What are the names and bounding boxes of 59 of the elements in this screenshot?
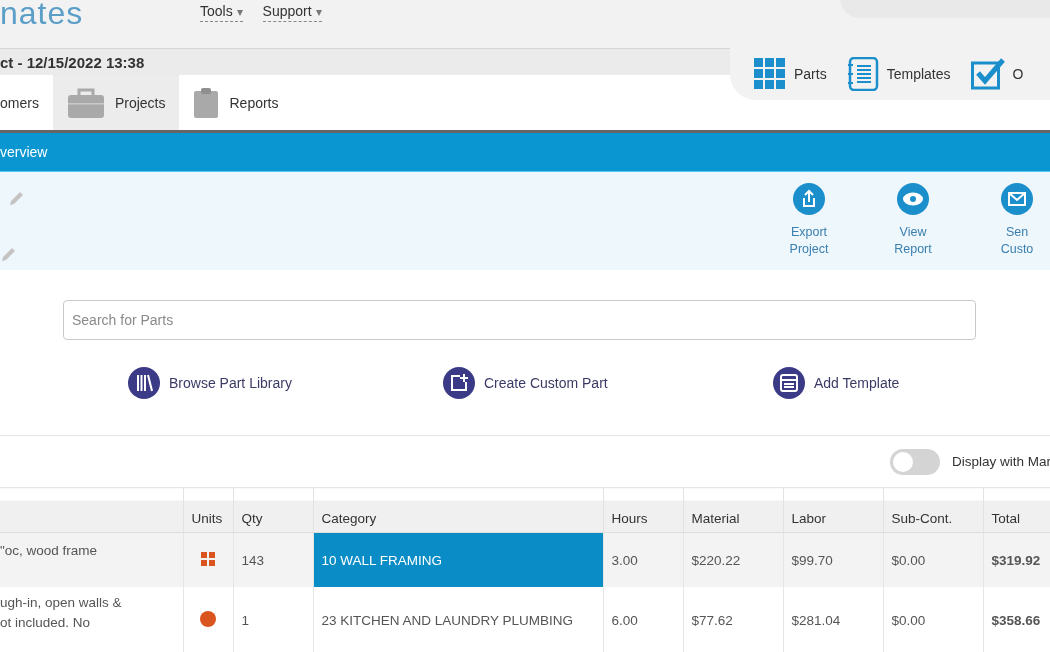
section-title: verview: [0, 144, 48, 160]
category-cell[interactable]: 23 KITCHEN AND LAUNDRY PLUMBING: [313, 587, 603, 652]
nav-tab[interactable]: Projects: [52, 75, 180, 130]
nav-tab[interactable]: Reports: [179, 75, 293, 130]
template-icon: [772, 366, 806, 400]
action-button[interactable]: Sen Custo: [984, 182, 1050, 270]
table-cell: 143: [241, 552, 265, 568]
column-header: Category: [321, 511, 377, 526]
part-action-link[interactable]: Create Custom Part: [442, 366, 772, 400]
menu-link[interactable]: Tools ▾: [200, 3, 243, 22]
dot-icon: [200, 610, 216, 627]
table-cell: "oc, wood frame: [0, 543, 98, 558]
column-header: Units: [191, 511, 223, 526]
table-cell: 6.00: [611, 612, 638, 628]
table-cell: $220.22: [691, 552, 741, 568]
menu-link[interactable]: Support ▾: [262, 3, 322, 22]
briefcase-icon: [66, 86, 105, 119]
quick-link[interactable]: Parts: [754, 58, 827, 90]
column-header: Qty: [241, 511, 263, 526]
share-icon: [792, 182, 826, 216]
column-header: Sub-Cont.: [891, 511, 953, 526]
column-header: Material: [691, 511, 740, 526]
table-cell: $358.66: [991, 612, 1041, 628]
toggle-label: Display with Mar: [952, 454, 1050, 469]
search-field[interactable]: Search for Parts: [63, 300, 976, 340]
table-cell: $0.00: [891, 612, 926, 628]
logo: nates: [0, 0, 85, 29]
pencil-icon[interactable]: [8, 189, 26, 207]
pencil-icon[interactable]: [0, 245, 18, 263]
part-action-link[interactable]: Browse Part Library: [127, 366, 442, 400]
grid-icon: [201, 551, 215, 566]
table-cell: $281.04: [791, 612, 841, 628]
table-cell: $319.92: [991, 552, 1041, 568]
add-icon: [442, 366, 476, 400]
envelope-icon: [1000, 182, 1034, 216]
action-button[interactable]: Export Project: [776, 182, 842, 270]
table-cell: 3.00: [611, 552, 638, 568]
clipboard-icon: [193, 86, 220, 119]
toggle-switch[interactable]: [890, 448, 940, 475]
table-cell: 1: [241, 612, 249, 628]
checkbox-icon: [970, 58, 1005, 90]
project-title: ct - 12/15/2022 13:38: [0, 53, 145, 71]
quick-link[interactable]: Templates: [846, 57, 951, 91]
grid-icon: [754, 58, 786, 90]
books-icon: [127, 366, 161, 400]
nav-tab[interactable]: omers: [0, 75, 53, 130]
part-action-link[interactable]: Add Template: [772, 366, 900, 400]
table-cell: $99.70: [791, 552, 833, 568]
notebook-icon: [846, 57, 879, 91]
quick-link[interactable]: O: [970, 58, 1024, 90]
table-cell: $77.62: [691, 612, 733, 628]
table-cell: ugh-in, open walls & ot included. No: [0, 595, 122, 630]
column-header: Hours: [611, 511, 648, 526]
column-header: Labor: [791, 511, 827, 526]
action-button[interactable]: View Report: [880, 182, 946, 270]
eye-icon: [896, 182, 930, 216]
column-header: Total: [991, 511, 1021, 526]
category-cell[interactable]: 10 WALL FRAMING: [313, 532, 603, 587]
table-cell: $0.00: [891, 552, 926, 568]
